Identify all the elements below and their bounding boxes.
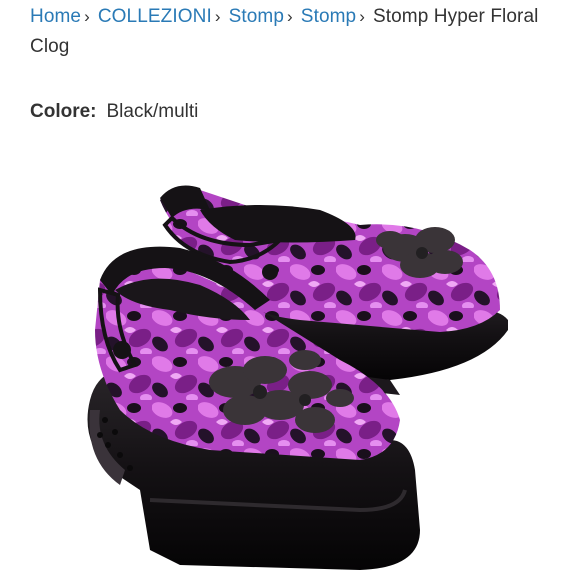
color-selection: Colore: Black/multi <box>30 98 198 126</box>
color-value: Black/multi <box>106 101 199 122</box>
breadcrumb-link-stomp-sub[interactable]: Stomp <box>301 6 356 27</box>
breadcrumb-link-home[interactable]: Home <box>30 6 81 27</box>
clog-illustration <box>87 185 508 570</box>
breadcrumb-link-collections[interactable]: COLLEZIONI <box>98 6 212 27</box>
breadcrumb-separator: › <box>84 7 90 26</box>
product-image[interactable] <box>60 170 520 580</box>
breadcrumb-separator: › <box>359 7 365 26</box>
color-label: Colore: <box>30 101 97 122</box>
breadcrumb-separator: › <box>214 7 221 26</box>
breadcrumb-link-stomp[interactable]: Stomp <box>229 6 284 27</box>
breadcrumb: Home › COLLEZIONI › Stomp › Stomp › Stomp Hyper … <box>30 2 565 62</box>
breadcrumb-separator: › <box>287 7 293 26</box>
